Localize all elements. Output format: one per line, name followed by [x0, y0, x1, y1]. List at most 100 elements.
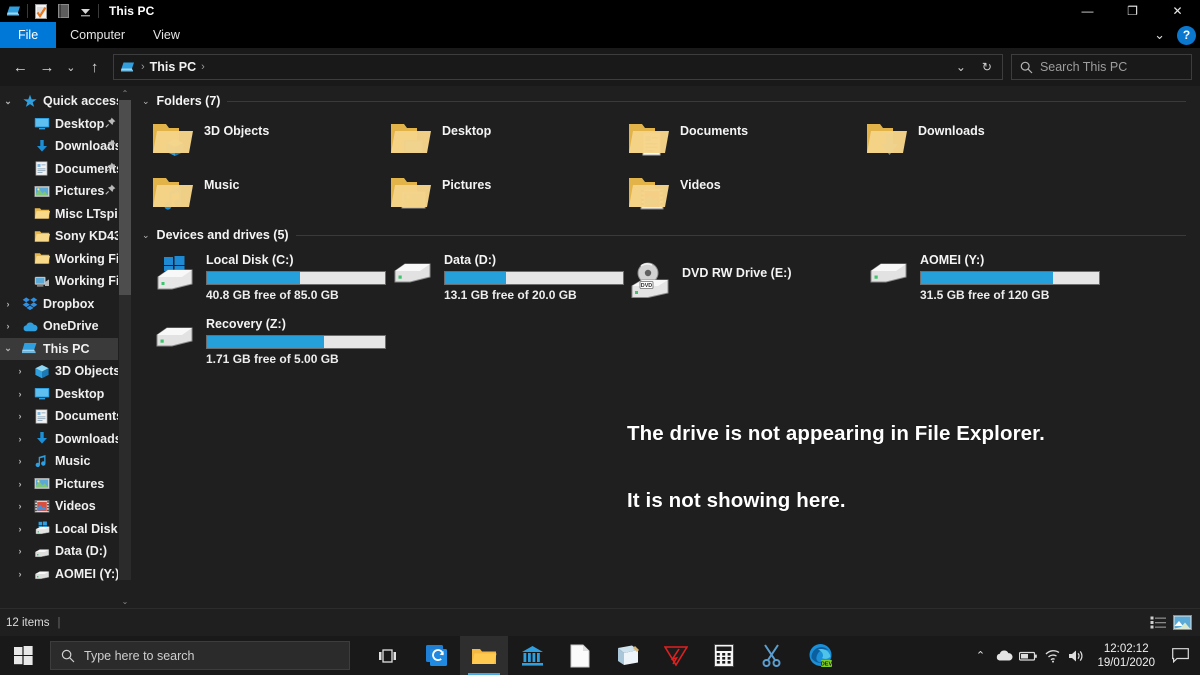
- sidebar-item-working-files[interactable]: ·Working Files: [0, 270, 132, 293]
- edge-dev-icon[interactable]: DEV: [796, 636, 844, 675]
- tab-computer[interactable]: Computer: [56, 22, 139, 48]
- chevron-right-icon[interactable]: ›: [0, 299, 16, 309]
- sidebar-item-documents[interactable]: ·Documents: [0, 158, 132, 181]
- back-button[interactable]: ←: [8, 54, 33, 80]
- drive-tile[interactable]: Local Disk (C:)40.8 GB free of 85.0 GB: [152, 252, 390, 302]
- chevron-down-icon[interactable]: ⌄: [0, 96, 16, 107]
- taskbar-search-box[interactable]: Type here to search: [50, 641, 350, 670]
- drive-tile[interactable]: DVDDVD RW Drive (E:): [628, 252, 866, 302]
- sidebar-item-documents[interactable]: ›Documents: [0, 405, 132, 428]
- pin-icon[interactable]: [105, 139, 116, 153]
- up-button[interactable]: ↑: [82, 54, 107, 80]
- scrollbar-track[interactable]: [119, 295, 131, 580]
- taskbar-clock[interactable]: 12:02:12 19/01/2020: [1088, 642, 1164, 670]
- chevron-right-icon[interactable]: ›: [12, 411, 28, 421]
- sidebar-item-downloads[interactable]: ›Downloads: [0, 428, 132, 451]
- folder-tile[interactable]: 3D Objects: [152, 118, 390, 162]
- sidebar-item-onedrive[interactable]: ›OneDrive: [0, 315, 132, 338]
- minimize-button[interactable]: —: [1065, 0, 1110, 22]
- sidebar-item-local-disk-c[interactable]: ›Local Disk (C:: [0, 518, 132, 541]
- breadcrumb-separator-trailing[interactable]: ›: [201, 61, 205, 73]
- tray-overflow-icon[interactable]: ⌃: [968, 636, 992, 675]
- wordpad-icon[interactable]: [604, 636, 652, 675]
- taskbar-search-input[interactable]: Type here to search: [84, 649, 194, 663]
- chevron-right-icon[interactable]: ›: [12, 389, 28, 399]
- action-center-icon[interactable]: [1164, 636, 1196, 675]
- chevron-right-icon[interactable]: ›: [0, 321, 16, 331]
- onedrive-cloud-icon[interactable]: [992, 636, 1016, 675]
- folder-tile[interactable]: Documents: [628, 118, 866, 162]
- sidebar-item-misc-ltspice-f[interactable]: ·Misc LTspice F: [0, 203, 132, 226]
- sidebar-item-working-files[interactable]: ·Working Files: [0, 248, 132, 271]
- wifi-icon[interactable]: [1040, 636, 1064, 675]
- folder-tile[interactable]: Pictures: [390, 172, 628, 216]
- recent-locations-button[interactable]: ⌄: [61, 54, 80, 80]
- chevron-down-icon[interactable]: ⌄: [142, 96, 150, 107]
- collapse-ribbon-chevron-icon[interactable]: ⌄: [1148, 27, 1171, 43]
- sidebar-item-pictures[interactable]: ›Pictures: [0, 473, 132, 496]
- breadcrumb-separator-leading[interactable]: ›: [141, 61, 145, 73]
- maximize-button[interactable]: ❐: [1110, 0, 1155, 22]
- sidebar-item-aomei-y[interactable]: ›AOMEI (Y:): [0, 563, 132, 586]
- scroll-down-arrow-icon[interactable]: ⌄: [118, 594, 132, 608]
- help-button[interactable]: ?: [1177, 26, 1196, 45]
- forward-button[interactable]: →: [35, 54, 60, 80]
- chevron-right-icon[interactable]: ›: [12, 569, 28, 579]
- pin-icon[interactable]: [105, 162, 116, 176]
- sidebar-item-dropbox[interactable]: ›Dropbox: [0, 293, 132, 316]
- chevron-right-icon[interactable]: ›: [12, 434, 28, 444]
- breadcrumb[interactable]: › This PC ›: [118, 60, 205, 74]
- folder-tile[interactable]: Videos: [628, 172, 866, 216]
- chevron-right-icon[interactable]: ›: [12, 546, 28, 556]
- folder-tile[interactable]: Desktop: [390, 118, 628, 162]
- file-explorer-icon[interactable]: [460, 636, 508, 675]
- sidebar-item-videos[interactable]: ›Videos: [0, 495, 132, 518]
- sidebar-item-sony-kd43xd[interactable]: ·Sony KD43XD: [0, 225, 132, 248]
- address-bar[interactable]: › This PC › ⌄ ↻: [113, 54, 1003, 80]
- task-view-icon[interactable]: [364, 636, 412, 675]
- chevron-right-icon[interactable]: ›: [12, 456, 28, 466]
- chevron-right-icon[interactable]: ›: [12, 524, 28, 534]
- drive-tile[interactable]: Recovery (Z:)1.71 GB free of 5.00 GB: [152, 316, 390, 366]
- chevron-down-icon[interactable]: ⌄: [142, 230, 150, 241]
- large-icons-view-icon[interactable]: [1173, 615, 1192, 630]
- sidebar-item-this-pc[interactable]: ⌄This PC: [0, 338, 132, 361]
- folder-tile[interactable]: Music: [152, 172, 390, 216]
- sidebar-item-music[interactable]: ›Music: [0, 450, 132, 473]
- sidebar-item-desktop[interactable]: ›Desktop: [0, 383, 132, 406]
- chevron-down-icon[interactable]: ⌄: [0, 343, 16, 354]
- tab-file[interactable]: File: [0, 22, 56, 48]
- sidebar-item-data-d[interactable]: ›Data (D:): [0, 540, 132, 563]
- battery-icon[interactable]: [1016, 636, 1040, 675]
- windows-start-icon[interactable]: [0, 636, 46, 675]
- customize-qat-chevron-icon[interactable]: [74, 1, 96, 21]
- sidebar-item-downloads[interactable]: ·Downloads: [0, 135, 132, 158]
- sidebar-item-pictures[interactable]: ·Pictures: [0, 180, 132, 203]
- search-input[interactable]: Search This PC: [1040, 60, 1127, 74]
- volume-icon[interactable]: [1064, 636, 1088, 675]
- folder-tile[interactable]: Downloads: [866, 118, 1104, 162]
- address-dropdown-button[interactable]: ⌄: [948, 55, 974, 79]
- scroll-up-arrow-icon[interactable]: ⌃: [118, 86, 132, 100]
- notepad-blank-icon[interactable]: [556, 636, 604, 675]
- details-view-icon[interactable]: [1150, 615, 1167, 630]
- new-folder-icon[interactable]: [52, 1, 74, 21]
- snipping-tool-icon[interactable]: [748, 636, 796, 675]
- chevron-right-icon[interactable]: ›: [12, 479, 28, 489]
- calculator-icon[interactable]: [700, 636, 748, 675]
- chevron-right-icon[interactable]: ›: [12, 501, 28, 511]
- breadcrumb-this-pc[interactable]: This PC: [150, 60, 197, 74]
- drive-tile[interactable]: AOMEI (Y:)31.5 GB free of 120 GB: [866, 252, 1104, 302]
- bank-icon[interactable]: [508, 636, 556, 675]
- tab-view[interactable]: View: [139, 22, 194, 48]
- scrollbar-thumb[interactable]: [119, 100, 131, 295]
- refresh-button[interactable]: ↻: [974, 55, 1000, 79]
- drive-tile[interactable]: Data (D:)13.1 GB free of 20.0 GB: [390, 252, 628, 302]
- sidebar-item-quick-access[interactable]: ⌄Quick access: [0, 90, 132, 113]
- ltspice-icon[interactable]: [652, 636, 700, 675]
- pin-icon[interactable]: [105, 184, 116, 198]
- folders-group-header[interactable]: ⌄ Folders (7): [140, 94, 1200, 108]
- close-button[interactable]: ✕: [1155, 0, 1200, 22]
- search-box[interactable]: Search This PC: [1011, 54, 1192, 80]
- sidebar-item-desktop[interactable]: ·Desktop: [0, 113, 132, 136]
